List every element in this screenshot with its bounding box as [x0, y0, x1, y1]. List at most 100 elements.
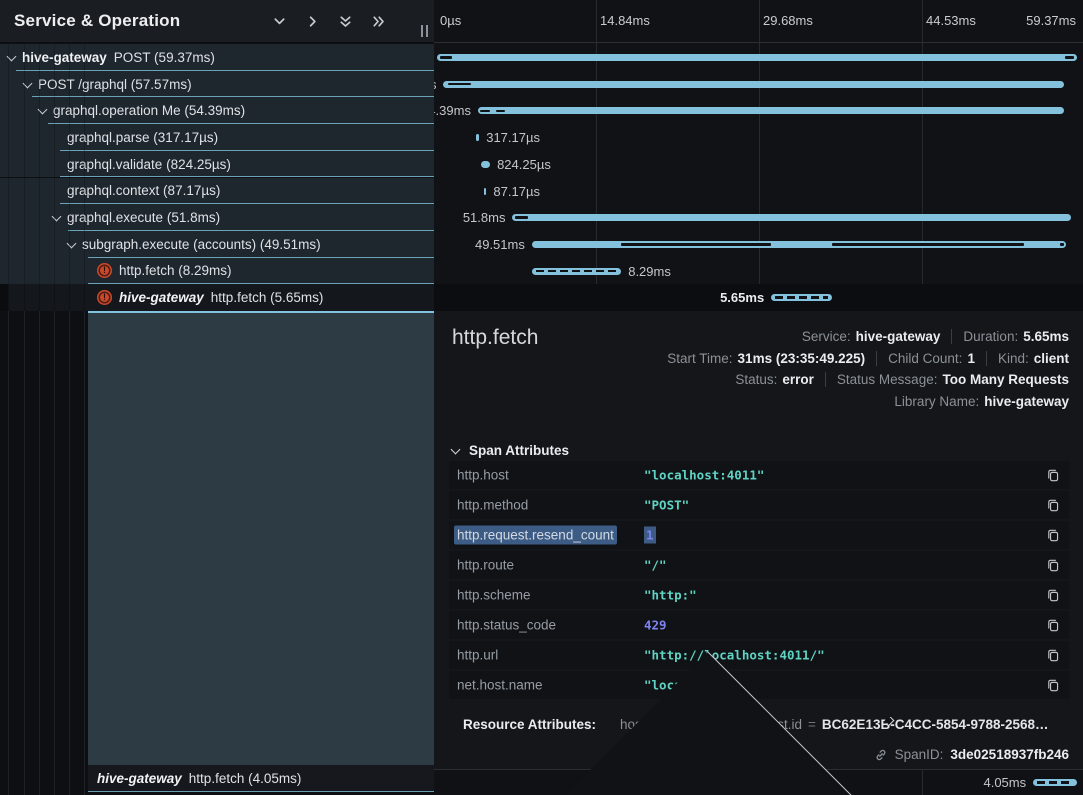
span-duration-bar[interactable] [481, 161, 490, 168]
panel-resize-handle-icon[interactable] [421, 25, 428, 37]
span-label: graphql.context (87.17µs) [67, 183, 220, 198]
tree-row[interactable]: http.fetch (8.29ms) [0, 258, 434, 285]
copy-icon[interactable] [1046, 678, 1060, 692]
chevron-right-icon[interactable] [303, 12, 322, 31]
copy-icon[interactable] [1046, 618, 1060, 632]
span-id-row: SpanID: 3de02518937fb246 [874, 747, 1069, 762]
attribute-value: 429 [644, 618, 667, 633]
tree-header-controls [270, 0, 388, 43]
copy-icon[interactable] [1046, 558, 1060, 572]
double-chevron-down-icon[interactable] [336, 12, 355, 31]
span-id-value: 3de02518937fb246 [950, 747, 1069, 762]
self-time-tick [448, 83, 472, 86]
chevron-right-icon[interactable] [249, 258, 434, 285]
attribute-key: http.request.resend_count [454, 526, 617, 545]
tree-row[interactable]: subgraph.execute (accounts) (49.51ms) [0, 231, 434, 258]
chevron-down-icon[interactable] [23, 78, 33, 88]
attribute-row: http.host "localhost:4011" [449, 461, 1069, 489]
axis-tick: 29.68ms [763, 13, 813, 28]
span-label: hive-gatewayhttp.fetch (4.05ms) [97, 771, 301, 786]
tree-row[interactable]: graphql.operation Me (54.39ms) [0, 97, 434, 124]
expander[interactable] [39, 108, 53, 113]
error-icon [97, 263, 112, 278]
meta-line: Library Name:hive-gateway [894, 394, 1069, 409]
meta-line: Service:hive-gatewayDuration:5.65ms [802, 329, 1069, 344]
span-duration-bar[interactable] [478, 107, 1064, 114]
attribute-key: http.host [454, 466, 512, 485]
service-name: hive-gateway [22, 50, 107, 65]
chevron-down-icon[interactable] [7, 51, 17, 61]
span-label: POST /graphql (57.57ms) [38, 77, 192, 92]
indent-guides-lower [0, 311, 88, 795]
tree-row[interactable]: hive-gatewayhttp.fetch (5.65ms) [0, 284, 434, 311]
attribute-row: http.status_code 429 [449, 611, 1069, 639]
span-attributes-title: Span Attributes [469, 443, 569, 458]
tree-row[interactable]: graphql.context (87.17µs) [0, 178, 434, 205]
axis-tick: 14.84ms [600, 13, 650, 28]
span-label: graphql.parse (317.17µs) [67, 130, 218, 145]
meta-value: 5.65ms [1023, 329, 1069, 344]
chevron-down-icon[interactable] [38, 105, 48, 115]
span-attributes-table: http.host"localhost:4011"http.method"POS… [449, 461, 1069, 701]
self-time-tick [480, 110, 490, 113]
span-label: subgraph.execute (accounts) (49.51ms) [82, 237, 321, 252]
service-name: hive-gateway [119, 290, 204, 305]
divider [986, 351, 987, 366]
expander[interactable] [8, 55, 22, 60]
copy-icon[interactable] [1046, 498, 1060, 512]
span-duration-bar[interactable] [771, 294, 832, 301]
duration-label: 57.57ms [434, 71, 436, 98]
expander[interactable] [53, 215, 67, 220]
chevron-down-icon[interactable] [52, 212, 62, 222]
tree-row[interactable]: hive-gatewayPOST (59.37ms) [0, 44, 434, 71]
chevron-down-icon[interactable] [270, 12, 289, 31]
expander[interactable] [68, 242, 82, 247]
child-span-dashes [536, 270, 617, 273]
timeline-axis: 0µs 14.84ms 29.68ms 44.53ms 59.37ms [434, 0, 1083, 43]
copy-icon[interactable] [1046, 468, 1060, 482]
bottom-tree-row[interactable]: hive-gatewayhttp.fetch (4.05ms) [0, 765, 434, 793]
attribute-key: http.status_code [454, 616, 559, 635]
attribute-row: net.host.name"localhost" [449, 671, 1069, 699]
meta-label: Kind: [998, 351, 1029, 366]
span-label: graphql.execute (51.8ms) [67, 210, 220, 225]
tree-row[interactable]: graphql.parse (317.17µs) [0, 124, 434, 151]
copy-icon[interactable] [1046, 588, 1060, 602]
span-duration-bar[interactable] [512, 214, 1070, 221]
axis-tick: 59.37ms [1026, 13, 1076, 28]
meta-value: hive-gateway [856, 329, 941, 344]
span-duration-bar[interactable] [532, 268, 621, 275]
attribute-row: http.url"http://localhost:4011/" [449, 641, 1069, 669]
meta-label: Library Name: [894, 394, 979, 409]
span-duration-bar[interactable] [437, 54, 1077, 61]
meta-value: error [782, 372, 814, 387]
duration-label: 8.29ms [628, 258, 671, 285]
span-label: graphql.operation Me (54.39ms) [53, 103, 245, 118]
copy-icon[interactable] [1046, 648, 1060, 662]
span-attributes-header[interactable]: Span Attributes [452, 443, 569, 458]
tree-row[interactable]: graphql.execute (51.8ms) [0, 204, 434, 231]
span-meta: Service:hive-gatewayDuration:5.65msStart… [667, 329, 1069, 409]
chevron-down-icon[interactable] [67, 238, 77, 248]
span-tree-panel: Service & Operation hive-gatewayPOST (59… [0, 0, 434, 795]
tree-row[interactable]: graphql.validate (824.25µs) [0, 151, 434, 178]
row-separator [88, 791, 434, 792]
meta-value: client [1034, 351, 1069, 366]
tree-header: Service & Operation [0, 0, 434, 43]
error-icon [97, 290, 112, 305]
span-duration-bar[interactable] [443, 81, 1064, 88]
double-chevron-right-icon[interactable] [369, 12, 388, 31]
span-duration-bar[interactable] [532, 241, 1066, 248]
meta-value: Too Many Requests [942, 372, 1069, 387]
duration-label: 317.17µs [486, 124, 540, 151]
link-icon[interactable] [874, 748, 888, 762]
span-duration-bar[interactable] [1033, 779, 1077, 786]
copy-icon[interactable] [1046, 528, 1060, 542]
attribute-key: net.host.name [454, 676, 546, 695]
expander[interactable] [24, 82, 38, 87]
tree-row[interactable]: POST /graphql (57.57ms) [0, 71, 434, 98]
attribute-value: "localhost:4011" [644, 468, 764, 483]
span-duration-bar[interactable] [476, 134, 479, 141]
span-duration-bar[interactable] [484, 188, 486, 195]
self-time-tick [515, 216, 528, 219]
